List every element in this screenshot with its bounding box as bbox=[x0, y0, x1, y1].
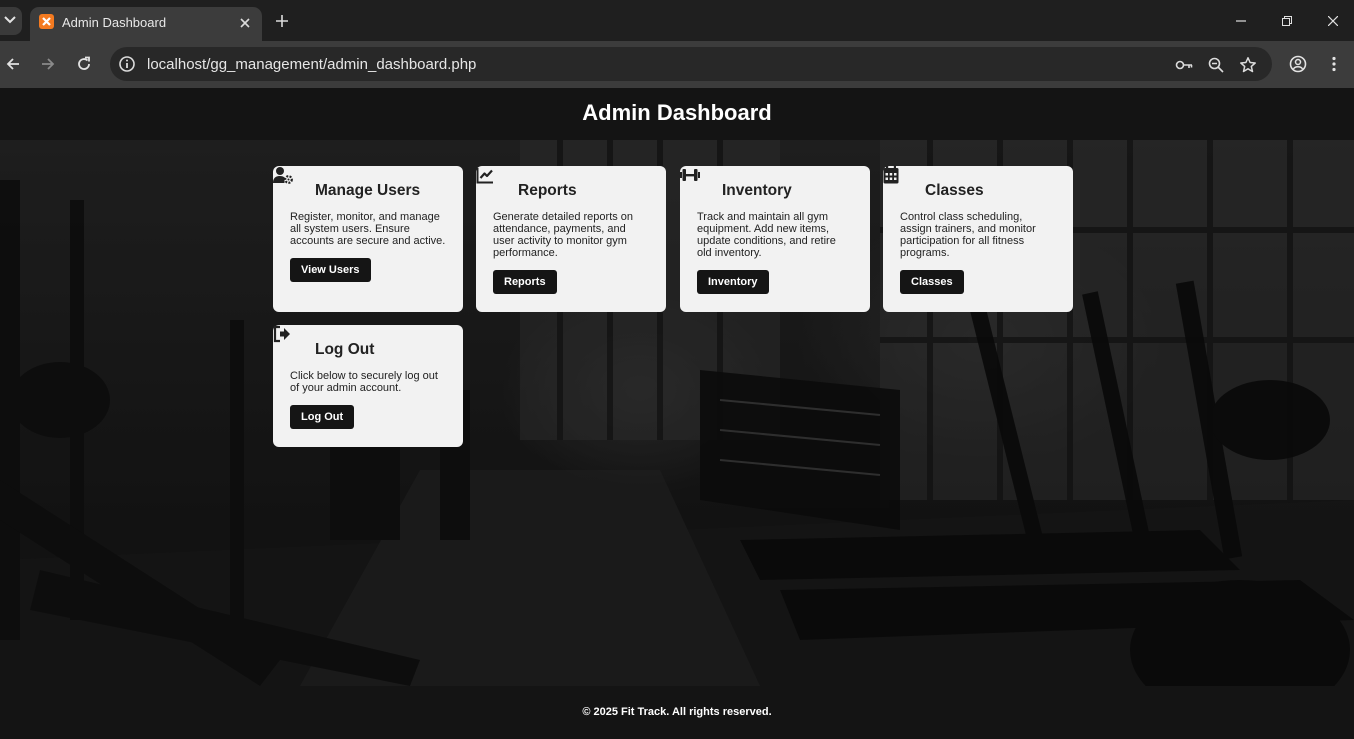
card-description: Click below to securely log out of your … bbox=[290, 370, 438, 394]
classes-card: Classes Control class scheduling, assign… bbox=[883, 166, 1073, 312]
close-window-button[interactable] bbox=[1323, 11, 1343, 31]
zoom-button[interactable] bbox=[1206, 55, 1226, 75]
tab-strip: Admin Dashboard bbox=[0, 0, 1354, 41]
tab-title: Admin Dashboard bbox=[62, 15, 167, 30]
info-icon bbox=[119, 56, 135, 72]
url-text[interactable]: localhost/gg_management/admin_dashboard.… bbox=[147, 56, 476, 73]
calendar-icon bbox=[883, 166, 920, 200]
xampp-favicon-icon bbox=[39, 14, 54, 29]
reports-card: Reports Generate detailed reports on att… bbox=[476, 166, 666, 312]
browser-tab[interactable]: Admin Dashboard bbox=[30, 7, 262, 41]
log-out-card: Log Out Click below to securely log out … bbox=[273, 325, 463, 447]
card-description: Generate detailed reports on attendance,… bbox=[493, 211, 634, 259]
chevron-down-icon bbox=[4, 16, 16, 24]
restore-button[interactable] bbox=[1277, 11, 1297, 31]
address-bar[interactable]: localhost/gg_management/admin_dashboard.… bbox=[110, 47, 1272, 81]
key-icon bbox=[1175, 60, 1193, 70]
arrow-right-icon bbox=[42, 58, 55, 70]
view-users-button[interactable]: View Users bbox=[290, 258, 371, 282]
tab-search-button[interactable] bbox=[0, 7, 22, 35]
hero-section: Manage Users Register, monitor, and mana… bbox=[0, 140, 1354, 686]
reload-icon bbox=[78, 56, 90, 70]
classes-button[interactable]: Classes bbox=[900, 270, 964, 294]
card-description: Control class scheduling, assign trainer… bbox=[900, 211, 1036, 259]
site-footer: © 2025 Fit Track. All rights reserved. bbox=[0, 686, 1354, 739]
manage-users-card: Manage Users Register, monitor, and mana… bbox=[273, 166, 463, 312]
close-icon bbox=[240, 18, 250, 28]
card-title: Manage Users bbox=[315, 182, 421, 199]
profile-icon bbox=[1289, 55, 1307, 73]
close-icon bbox=[1328, 16, 1338, 26]
sign-out-icon bbox=[273, 325, 310, 359]
chart-line-icon bbox=[476, 168, 513, 200]
plus-icon bbox=[276, 15, 288, 27]
zoom-out-icon bbox=[1208, 57, 1224, 73]
forward-button[interactable] bbox=[37, 53, 59, 75]
footer-copyright: © 2025 Fit Track. All rights reserved. bbox=[582, 706, 772, 718]
restore-icon bbox=[1282, 16, 1292, 26]
user-gear-icon bbox=[273, 167, 310, 200]
tab-close-button[interactable] bbox=[236, 14, 254, 32]
card-title: Reports bbox=[518, 182, 577, 199]
browser-toolbar: localhost/gg_management/admin_dashboard.… bbox=[0, 41, 1354, 88]
passwords-button[interactable] bbox=[1174, 55, 1194, 75]
more-vertical-icon bbox=[1332, 56, 1336, 72]
star-icon bbox=[1240, 57, 1256, 73]
dumbbell-icon bbox=[680, 169, 717, 200]
menu-button[interactable] bbox=[1323, 53, 1345, 75]
card-title: Classes bbox=[925, 182, 984, 199]
reports-button[interactable]: Reports bbox=[493, 270, 557, 294]
bookmark-button[interactable] bbox=[1238, 55, 1258, 75]
page-title: Admin Dashboard bbox=[582, 100, 772, 125]
log-out-button[interactable]: Log Out bbox=[290, 405, 355, 429]
minimize-button[interactable] bbox=[1231, 11, 1251, 31]
inventory-button[interactable]: Inventory bbox=[697, 270, 769, 294]
minimize-icon bbox=[1236, 20, 1246, 22]
inventory-card: Inventory Track and maintain all gym equ… bbox=[680, 166, 870, 312]
site-info-button[interactable] bbox=[118, 55, 136, 73]
card-description: Register, monitor, and manage all system… bbox=[290, 211, 446, 247]
new-tab-button[interactable] bbox=[273, 12, 291, 30]
gym-background-image bbox=[0, 140, 1354, 686]
card-description: Track and maintain all gym equipment. Ad… bbox=[697, 211, 836, 259]
arrow-left-icon bbox=[6, 58, 19, 70]
card-title: Inventory bbox=[722, 182, 792, 199]
profile-button[interactable] bbox=[1287, 53, 1309, 75]
site-header: Admin Dashboard bbox=[0, 88, 1354, 140]
back-button[interactable] bbox=[2, 53, 24, 75]
reload-button[interactable] bbox=[73, 53, 95, 75]
card-title: Log Out bbox=[315, 341, 375, 358]
